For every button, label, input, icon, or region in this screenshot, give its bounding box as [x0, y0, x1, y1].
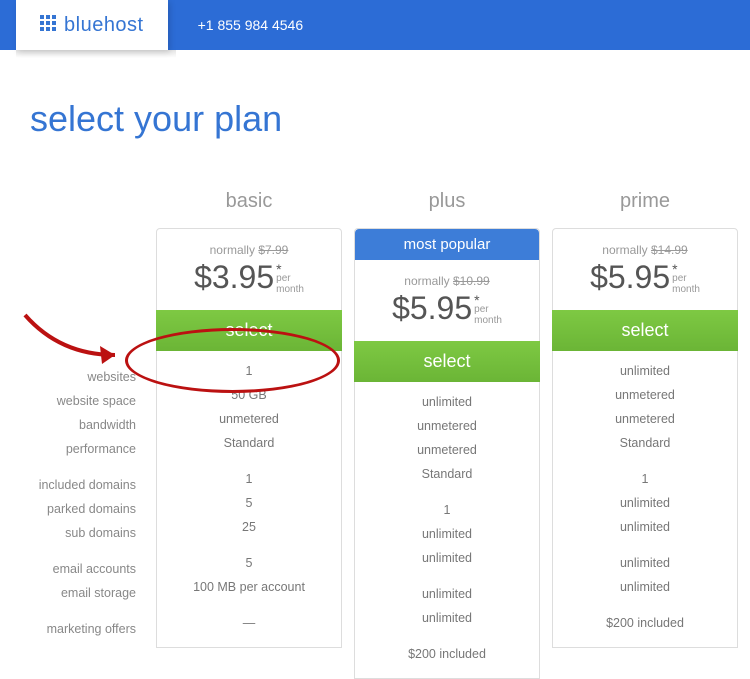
feature-label: email storage — [0, 581, 150, 605]
feature-value: Standard — [355, 462, 539, 486]
logo[interactable]: bluehost — [16, 0, 168, 50]
price-box: normally $14.99 $5.95 * per month — [553, 229, 737, 310]
feature-value: $200 included — [553, 611, 737, 635]
normally-line: normally $14.99 — [563, 243, 727, 257]
normally-label: normally — [404, 274, 449, 288]
select-button[interactable]: select — [156, 310, 342, 351]
feature-value: 5 — [157, 551, 341, 575]
feature-value: $200 included — [355, 642, 539, 666]
feature-value: 1 — [157, 359, 341, 383]
feature-value: unlimited — [355, 390, 539, 414]
logo-text: bluehost — [64, 14, 144, 37]
normally-label: normally — [602, 243, 647, 257]
plan-name: plus — [354, 190, 540, 218]
plan-prime: prime normally $14.99 $5.95 * per month … — [552, 190, 738, 679]
feature-value: 5 — [157, 491, 341, 515]
feature-value: unmetered — [157, 407, 341, 431]
feature-value: unmetered — [355, 414, 539, 438]
price-line: $5.95 * per month — [365, 290, 529, 327]
price: $5.95 — [392, 290, 472, 327]
header: bluehost +1 855 984 4546 — [0, 0, 750, 50]
price-box: normally $10.99 $5.95 * per month — [355, 260, 539, 341]
most-popular-badge: most popular — [355, 229, 539, 260]
feature-label: marketing offers — [0, 617, 150, 641]
month-label: month — [474, 315, 502, 326]
plan-name: prime — [552, 190, 738, 218]
feature-value: unlimited — [553, 515, 737, 539]
plan-name: basic — [156, 190, 342, 218]
feature-value: unlimited — [553, 491, 737, 515]
price: $3.95 — [194, 259, 274, 296]
features: unlimited unmetered unmetered Standard 1… — [553, 351, 737, 635]
plan-plus: plus most popular normally $10.99 $5.95 … — [354, 190, 540, 679]
logo-shadow — [16, 50, 176, 58]
page-title: select your plan — [30, 98, 750, 140]
month-label: month — [276, 284, 304, 295]
feature-label: bandwidth — [0, 413, 150, 437]
price: $5.95 — [590, 259, 670, 296]
per-label: per — [276, 273, 290, 284]
feature-value: 100 MB per account — [157, 575, 341, 599]
month-label: month — [672, 284, 700, 295]
price-box: normally $7.99 $3.95 * per month — [157, 229, 341, 310]
price-suffix: * per month — [672, 265, 700, 295]
feature-value: unlimited — [355, 522, 539, 546]
normally-line: normally $10.99 — [365, 274, 529, 288]
select-button[interactable]: select — [552, 310, 738, 351]
feature-labels-column: websites website space bandwidth perform… — [0, 190, 150, 679]
select-button[interactable]: select — [354, 341, 540, 382]
per-label: per — [474, 304, 488, 315]
plan-card: normally $7.99 $3.95 * per month select … — [156, 228, 342, 648]
feature-value: 25 — [157, 515, 341, 539]
feature-label: website space — [0, 389, 150, 413]
feature-label: websites — [0, 365, 150, 389]
plan-basic: basic normally $7.99 $3.95 * per month s… — [156, 190, 342, 679]
normally-line: normally $7.99 — [167, 243, 331, 257]
feature-value: unmetered — [355, 438, 539, 462]
feature-label: parked domains — [0, 497, 150, 521]
feature-value: 1 — [355, 498, 539, 522]
feature-value: 50 GB — [157, 383, 341, 407]
feature-value: Standard — [157, 431, 341, 455]
per-label: per — [672, 273, 686, 284]
feature-label: included domains — [0, 473, 150, 497]
features: 1 50 GB unmetered Standard 1 5 25 5 100 … — [157, 351, 341, 635]
normally-label: normally — [210, 243, 255, 257]
normally-price: $14.99 — [651, 243, 688, 257]
price-suffix: * per month — [474, 296, 502, 326]
feature-value: unlimited — [553, 575, 737, 599]
feature-value: 1 — [553, 467, 737, 491]
feature-value: Standard — [553, 431, 737, 455]
feature-value: unlimited — [355, 606, 539, 630]
feature-value: unlimited — [553, 551, 737, 575]
normally-price: $7.99 — [258, 243, 288, 257]
feature-value: — — [157, 611, 341, 635]
features: unlimited unmetered unmetered Standard 1… — [355, 382, 539, 666]
feature-label: performance — [0, 437, 150, 461]
feature-value: unlimited — [553, 359, 737, 383]
feature-label: email accounts — [0, 557, 150, 581]
grid-icon — [40, 15, 56, 36]
plan-card: most popular normally $10.99 $5.95 * per… — [354, 228, 540, 679]
price-line: $5.95 * per month — [563, 259, 727, 296]
plan-card: normally $14.99 $5.95 * per month select… — [552, 228, 738, 648]
price-line: $3.95 * per month — [167, 259, 331, 296]
feature-label: sub domains — [0, 521, 150, 545]
feature-value: unlimited — [355, 582, 539, 606]
normally-price: $10.99 — [453, 274, 490, 288]
plans-table: websites website space bandwidth perform… — [0, 190, 750, 679]
feature-value: unlimited — [355, 546, 539, 570]
feature-value: unmetered — [553, 407, 737, 431]
price-suffix: * per month — [276, 265, 304, 295]
feature-value: 1 — [157, 467, 341, 491]
feature-value: unmetered — [553, 383, 737, 407]
phone-number[interactable]: +1 855 984 4546 — [198, 17, 304, 33]
